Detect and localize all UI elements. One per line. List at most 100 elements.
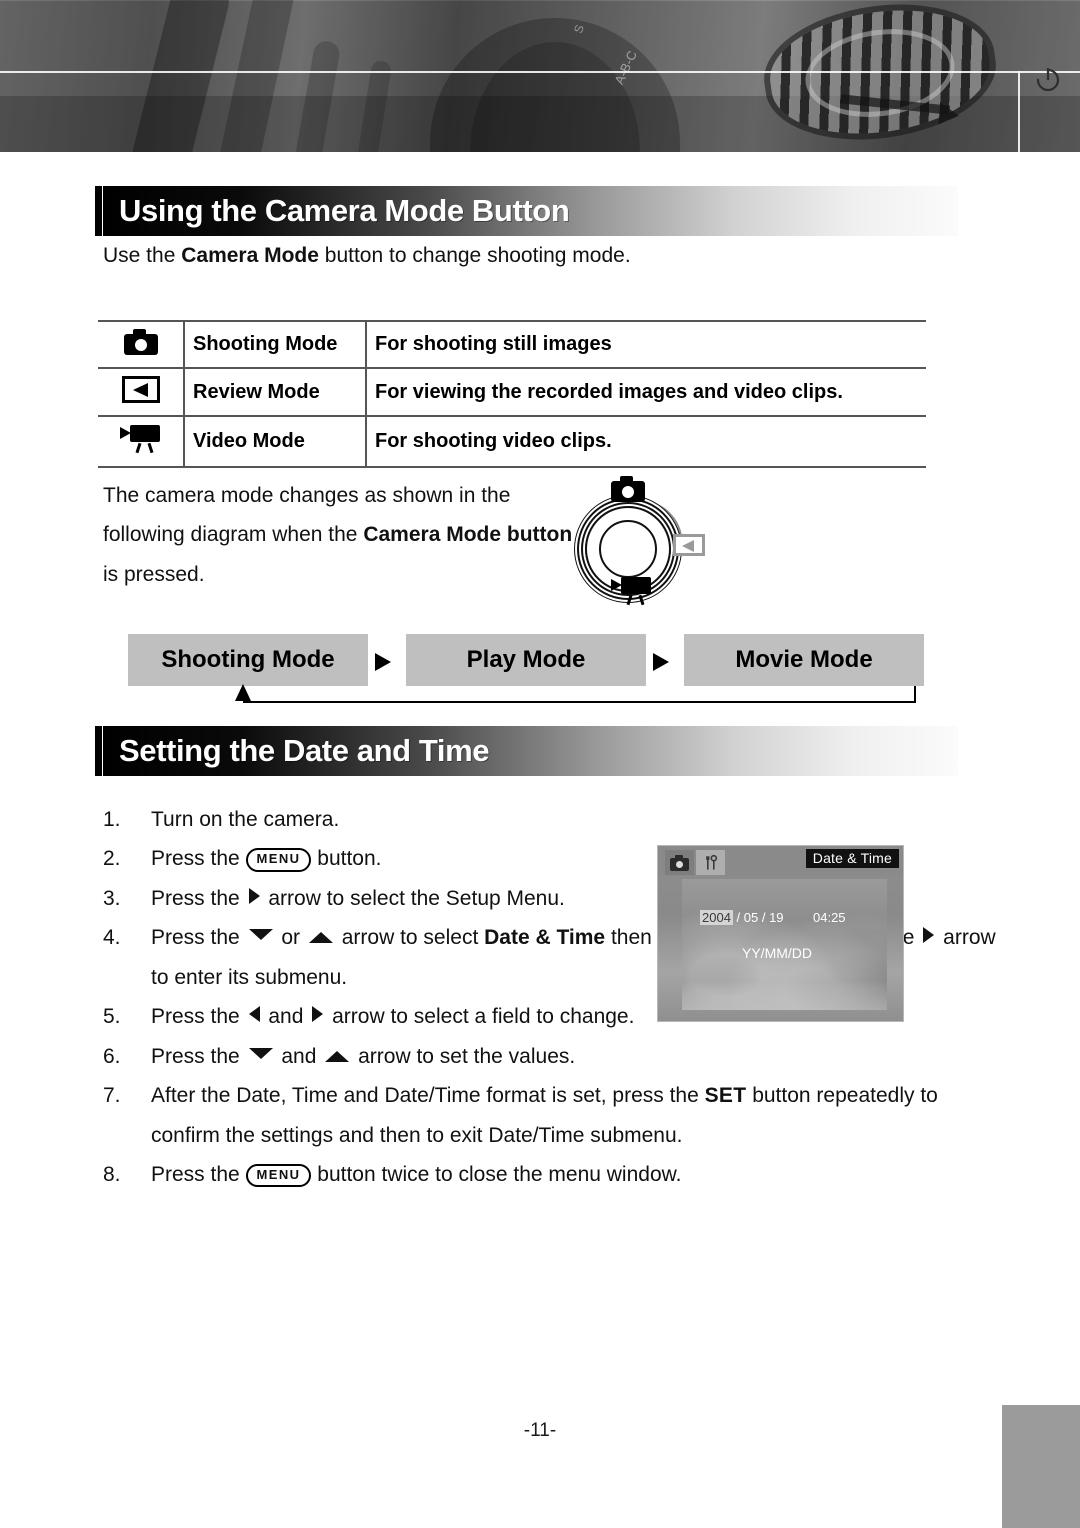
step-text-b: and — [275, 1044, 323, 1068]
diagram-paragraph: The camera mode changes as shown in the … — [103, 476, 573, 594]
mode-name: Review Mode — [184, 368, 367, 416]
table-row: Shooting Mode For shooting still images — [98, 321, 926, 368]
step-6: 6. Press the and arrow to set the values… — [103, 1037, 1003, 1076]
mode-name: Shooting Mode — [184, 321, 367, 368]
playback-icon — [121, 376, 160, 403]
lcd-title-badge: Date & Time — [805, 849, 899, 868]
intro-suffix: button to change shooting mode. — [318, 244, 631, 267]
camera-icon-cell — [98, 321, 185, 368]
arrow-up-icon — [308, 932, 333, 944]
corner-tab-block — [1002, 1405, 1080, 1528]
step-1: 1. Turn on the camera. — [103, 800, 1003, 839]
mode-description: For viewing the recorded images and vide… — [375, 380, 843, 403]
lcd-date-sep: / — [732, 910, 744, 925]
step-text-a: Press the — [151, 1005, 246, 1029]
page-title: Using the Camera Mode Button — [119, 193, 570, 228]
lcd-date-sep: / — [758, 910, 770, 925]
step-text-a: Press the — [151, 1044, 246, 1068]
diagram-text-bold: Camera Mode button — [363, 523, 573, 547]
camera-icon — [611, 476, 645, 502]
step-8: 8. Press the MENU button twice to close … — [103, 1155, 1003, 1194]
menu-button-glyph: MENU — [245, 848, 312, 872]
step-number: 3. — [103, 886, 121, 910]
dial-inner-circle — [599, 520, 657, 578]
video-camera-icon — [611, 576, 653, 606]
playback-icon — [673, 534, 705, 556]
camera-icon — [123, 329, 158, 355]
manual-page: A-B-C S Using the Camera Mode Button Use… — [0, 0, 1080, 1528]
heading-left-rail — [95, 726, 102, 776]
step-text: Press the MENU button twice to close the… — [151, 1155, 1003, 1194]
lcd-date-day[interactable]: 19 — [769, 910, 783, 925]
video-camera-icon — [119, 424, 162, 454]
arrow-right-icon — [923, 927, 935, 944]
section-heading-camera-mode: Using the Camera Mode Button — [95, 186, 958, 236]
step-text-before: Press the — [151, 886, 246, 910]
step-text-after: button. — [311, 847, 382, 871]
flow-arrow-icon — [375, 653, 391, 671]
step-number: 8. — [103, 1163, 121, 1187]
page-number: -11- — [523, 1420, 557, 1441]
step-bold-set: SET — [704, 1084, 747, 1108]
step-text: Press the and arrow to set the values. — [151, 1037, 1003, 1076]
lcd-screenshot: Date & Time 2004 / 05 / 19 04:25 YY/MM/D… — [657, 845, 904, 1022]
mode-description: For shooting video clips. — [375, 430, 612, 452]
lcd-time[interactable]: 04:25 — [813, 910, 846, 925]
flow-loop-arrow-icon — [235, 684, 251, 701]
section-title: Setting the Date and Time — [119, 733, 490, 768]
dial-camera-position — [611, 476, 645, 507]
dial-video-position — [611, 576, 653, 611]
arrow-down-icon — [248, 929, 273, 941]
wrench-tools-icon — [705, 854, 717, 870]
lcd-date-month[interactable]: 05 — [744, 910, 758, 925]
intro-prefix: Use the — [103, 244, 182, 267]
heading-left-rail — [95, 186, 102, 236]
lcd-tab-camera[interactable] — [665, 850, 694, 875]
step-text-after: button twice to close the menu window. — [311, 1163, 682, 1187]
mode-description: For shooting still images — [375, 333, 612, 355]
flow-arrow-icon — [653, 653, 669, 671]
camera-mode-table: Shooting Mode For shooting still images … — [98, 320, 926, 468]
video-camera-icon-cell — [98, 416, 185, 467]
step-text: After the Date, Time and Date/Time forma… — [151, 1076, 1003, 1155]
step-text: Turn on the camera. — [151, 808, 340, 831]
mode-flow-diagram: Shooting Mode Play Mode Movie Mode — [103, 634, 933, 704]
diagram-text-part2: is pressed. — [103, 562, 205, 586]
step-text-c: arrow to select a field to change. — [326, 1005, 635, 1029]
step-number: 2. — [103, 847, 121, 871]
lcd-date-format[interactable]: YY/MM/DD — [742, 945, 812, 961]
step-text-a: After the Date, Time and Date/Time forma… — [151, 1084, 705, 1108]
section-heading-date-time: Setting the Date and Time — [95, 726, 958, 776]
step-text-c: arrow to set the values. — [352, 1044, 576, 1068]
step-7: 7. After the Date, Time and Date/Time fo… — [103, 1076, 1003, 1155]
step-number: 7. — [103, 1084, 121, 1108]
step-text-before: Press the — [151, 847, 246, 871]
lcd-tab-setup[interactable] — [696, 850, 725, 875]
mode-name: Video Mode — [184, 416, 367, 467]
arrow-right-icon — [312, 1006, 324, 1023]
flow-box-movie-mode: Movie Mode — [684, 634, 924, 686]
dial-playback-position — [673, 534, 705, 561]
lcd-date-row: 2004 / 05 / 19 — [700, 910, 784, 925]
table-row: Review Mode For viewing the recorded ima… — [98, 368, 926, 416]
intro-bold: Camera Mode — [181, 244, 319, 267]
arrow-up-icon — [325, 1050, 350, 1062]
step-text-a: Press the — [151, 926, 246, 950]
lcd-datetime-overlay: 2004 / 05 / 19 04:25 YY/MM/DD — [682, 879, 887, 1010]
step-text-before: Press the — [151, 1163, 246, 1187]
flow-box-shooting-mode: Shooting Mode — [128, 634, 368, 686]
step-text-b: or — [275, 926, 306, 950]
step-number: 6. — [103, 1044, 121, 1068]
step-number: 5. — [103, 1005, 121, 1029]
arrow-right-icon — [248, 887, 260, 904]
playback-icon-cell — [98, 368, 185, 416]
step-text-after: arrow to select the Setup Menu. — [262, 886, 565, 910]
step-number: 1. — [103, 808, 121, 831]
arrow-down-icon — [248, 1047, 273, 1059]
header-photo-banner: A-B-C S — [0, 0, 1080, 152]
header-rule-horizontal — [0, 71, 1080, 73]
header-rule-vertical — [1018, 71, 1020, 152]
step-number: 4. — [103, 926, 121, 950]
lcd-date-year[interactable]: 2004 — [700, 910, 733, 925]
intro-paragraph: Use the Camera Mode button to change sho… — [103, 244, 631, 268]
